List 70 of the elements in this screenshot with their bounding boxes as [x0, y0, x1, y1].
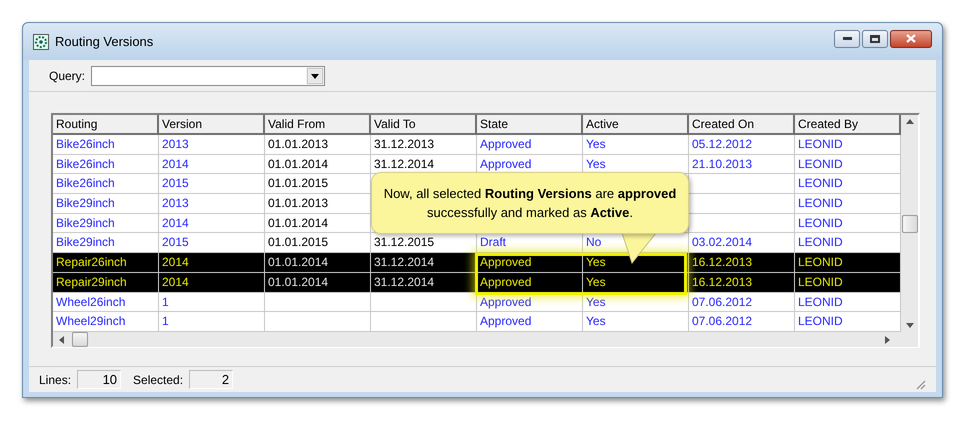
table-cell: Approved	[477, 272, 583, 292]
table-cell: Approved	[477, 135, 583, 155]
column-header[interactable]: Version	[159, 115, 265, 135]
table-cell: Bike29inch	[53, 233, 159, 254]
table-cell: Wheel26inch	[53, 292, 159, 312]
column-header[interactable]: Valid To	[371, 115, 477, 135]
table-cell: LEONID	[795, 312, 901, 332]
table-cell: LEONID	[795, 272, 901, 292]
table-cell: 2014	[159, 253, 265, 273]
table-cell: 1	[159, 292, 265, 312]
table-cell: 16.12.2013	[689, 272, 795, 292]
column-header[interactable]: Created On	[689, 115, 795, 135]
table-cell: 2015	[159, 233, 265, 254]
table-cell: 31.12.2013	[371, 135, 477, 155]
table-cell: Bike29inch	[53, 214, 159, 234]
query-label: Query:	[49, 68, 86, 84]
table-cell: LEONID	[795, 233, 901, 254]
table-cell: LEONID	[795, 174, 901, 194]
table-cell: Draft	[477, 233, 583, 254]
table-cell: Bike26inch	[53, 135, 159, 155]
column-header[interactable]: Routing	[53, 115, 159, 135]
table-cell: 16.12.2013	[689, 253, 795, 273]
table-cell: LEONID	[795, 253, 901, 273]
table-cell: 03.02.2014	[689, 233, 795, 254]
table-cell: Repair29inch	[53, 272, 159, 292]
column-header[interactable]: State	[477, 115, 583, 135]
table-cell: 2014	[159, 272, 265, 292]
window-title: Routing Versions	[55, 32, 154, 51]
table-cell: LEONID	[795, 214, 901, 234]
table-cell: 2014	[159, 154, 265, 174]
table-cell: 01.01.2013	[265, 135, 371, 155]
table-cell: Bike29inch	[53, 194, 159, 214]
table-cell: Wheel29inch	[53, 312, 159, 332]
table-cell: Approved	[477, 312, 583, 332]
table-cell: 2013	[159, 194, 265, 214]
table-cell: LEONID	[795, 154, 901, 174]
table-cell: 31.12.2015	[371, 233, 477, 254]
lines-count: 10	[77, 370, 122, 389]
table-cell: LEONID	[795, 194, 901, 214]
lines-label: Lines:	[39, 372, 72, 388]
table-cell: Bike26inch	[53, 154, 159, 174]
column-header[interactable]: Created By	[795, 115, 901, 135]
column-header[interactable]: Valid From	[265, 115, 371, 135]
table-cell: Yes	[583, 135, 689, 155]
table-cell: 31.12.2014	[371, 253, 477, 273]
table-cell: 01.01.2014	[265, 253, 371, 273]
table-cell: 31.12.2014	[371, 272, 477, 292]
table-cell: Yes	[583, 272, 689, 292]
selected-count: 2	[189, 370, 234, 389]
table-cell: 01.01.2014	[265, 154, 371, 174]
table-cell: 2015	[159, 174, 265, 194]
table-cell: LEONID	[795, 292, 901, 312]
table-cell: 01.01.2013	[265, 194, 371, 214]
table-cell: Yes	[583, 312, 689, 332]
table-cell: 05.12.2012	[689, 135, 795, 155]
column-header[interactable]: Active	[583, 115, 689, 135]
table-cell: 07.06.2012	[689, 312, 795, 332]
table-cell: 2013	[159, 135, 265, 155]
selected-label: Selected:	[133, 372, 184, 388]
table-cell: 01.01.2014	[265, 214, 371, 234]
table-cell: 2014	[159, 214, 265, 234]
table-cell: 07.06.2012	[689, 292, 795, 312]
table-cell: 01.01.2015	[265, 233, 371, 254]
table-cell: Repair26inch	[53, 253, 159, 273]
table-cell: 1	[159, 312, 265, 332]
table-cell: Bike26inch	[53, 174, 159, 194]
table-cell: 01.01.2014	[265, 272, 371, 292]
table-cell: LEONID	[795, 135, 901, 155]
table-cell: 01.01.2015	[265, 174, 371, 194]
table-cell: 21.10.2013	[689, 154, 795, 174]
